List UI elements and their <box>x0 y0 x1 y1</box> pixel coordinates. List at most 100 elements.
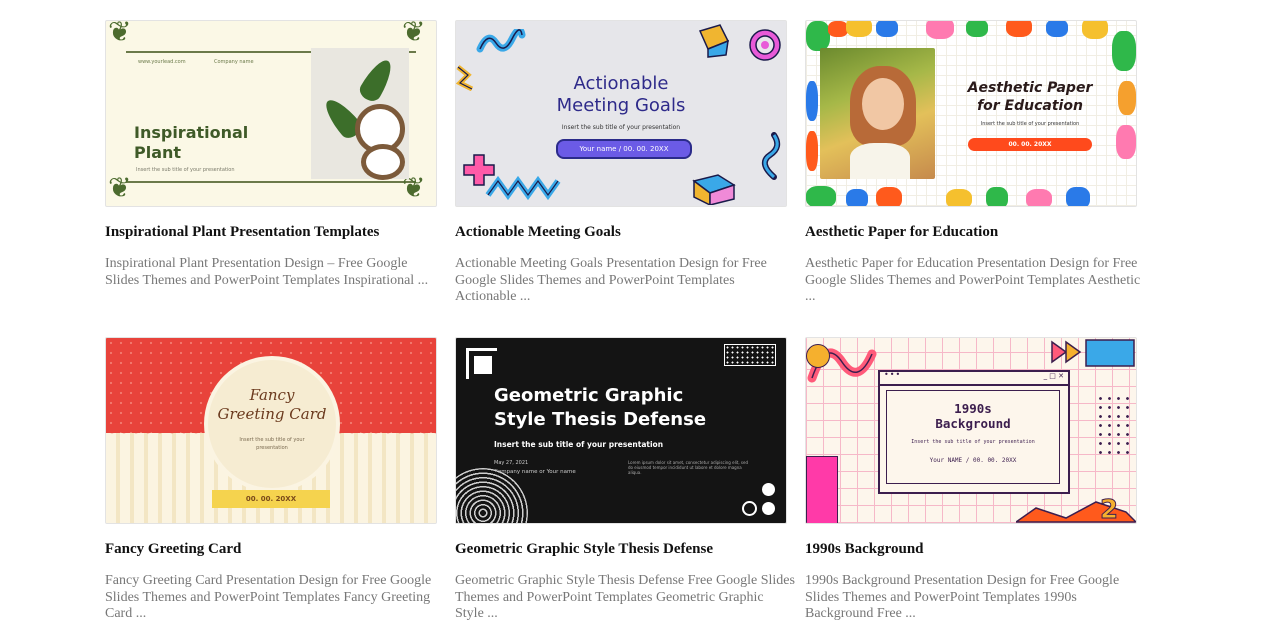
blob-shape <box>846 21 872 37</box>
blob-shape <box>966 21 988 37</box>
spiral-shape <box>749 29 781 61</box>
squiggle-shape <box>761 132 781 180</box>
slide-photo <box>311 48 409 180</box>
blob-shape <box>828 21 848 37</box>
blob-shape <box>876 21 898 37</box>
card-title[interactable]: Inspirational Plant Presentation Templat… <box>105 223 445 241</box>
slide-name-pill: Your name / 00. 00. 20XX <box>556 139 692 159</box>
circle-shape <box>762 483 775 496</box>
template-grid: ❦ ❦ ❦ ❦ www.yourlead.com Company name In… <box>0 0 1280 634</box>
template-card-fancy-greeting-card[interactable]: Fancy Greeting Card Insert the sub title… <box>105 337 437 621</box>
template-thumbnail[interactable]: Geometric Graphic Style Thesis Defense I… <box>455 337 787 524</box>
photo-collar-shape <box>850 143 910 179</box>
slide-body-text: Lorem ipsum dolor sit amet, consectetur … <box>628 460 748 475</box>
slide-url: www.yourlead.com <box>138 59 186 65</box>
slide-heading: Aesthetic Paper for Education <box>946 79 1114 115</box>
blob-shape <box>806 186 836 206</box>
template-thumbnail[interactable]: Fancy Greeting Card Insert the sub title… <box>105 337 437 524</box>
slide-heading-line: Plant <box>134 143 182 162</box>
window-controls-icon: _ □ ✕ <box>1043 372 1064 380</box>
photo-face-shape <box>862 78 904 130</box>
slide-subtitle: Insert the sub title of your presentatio… <box>980 121 1080 127</box>
card-description: 1990s Background Presentation Design for… <box>805 573 1120 621</box>
squiggle-shape <box>476 29 526 53</box>
template-thumbnail[interactable]: Actionable Meeting Goals Insert the sub … <box>455 20 787 207</box>
slide-photo <box>820 48 935 179</box>
slide-date-ribbon: 00. 00. 20XX <box>212 490 330 508</box>
slide-heading: Fancy Greeting Card <box>208 386 336 424</box>
template-thumbnail[interactable]: 2 ••• _ □ ✕ 1990s Background Insert the … <box>805 337 1137 524</box>
blob-shape <box>1006 21 1032 37</box>
card-description: Inspirational Plant Presentation Design … <box>105 256 429 288</box>
slide-subtitle-line: presentation <box>256 445 288 451</box>
leaf-shape <box>356 55 398 105</box>
card-title[interactable]: Geometric Graphic Style Thesis Defense <box>455 540 795 558</box>
slide-name: Your NAME / 00. 00. 20XX <box>929 457 1017 464</box>
template-card-geometric-thesis-defense[interactable]: Geometric Graphic Style Thesis Defense I… <box>455 337 795 621</box>
svg-text:2: 2 <box>1100 495 1118 523</box>
card-title[interactable]: Aesthetic Paper for Education <box>805 223 1145 241</box>
slide-heading-line: Fancy <box>249 386 295 404</box>
blob-shape <box>1066 187 1090 206</box>
slide-heading-line: Actionable <box>573 73 669 94</box>
dotted-box-shape <box>724 344 776 366</box>
card-description: Geometric Graphic Style Thesis Defense F… <box>455 573 795 621</box>
divider <box>126 181 416 183</box>
template-thumbnail[interactable]: Aesthetic Paper for Education Insert the… <box>805 20 1137 207</box>
slide-subtitle-line: Insert the sub title of your <box>239 437 305 443</box>
leaf-icon: ❦ <box>402 20 426 48</box>
leaf-icon: ❦ <box>108 20 132 48</box>
blob-shape <box>1082 21 1108 39</box>
blob-shape <box>946 189 972 206</box>
slide-heading: Actionable Meeting Goals <box>456 73 786 117</box>
slide-subtitle: Insert the sub title of your presentatio… <box>561 124 681 131</box>
blob-shape <box>1116 125 1136 159</box>
cube-shape <box>692 174 736 205</box>
slide-heading-line: Greeting Card <box>217 405 327 423</box>
card-description: Aesthetic Paper for Education Presentati… <box>805 256 1141 304</box>
slide-heading: 1990s Background <box>887 401 1059 431</box>
template-card-inspirational-plant[interactable]: ❦ ❦ ❦ ❦ www.yourlead.com Company name In… <box>105 20 437 288</box>
blob-shape <box>926 21 954 39</box>
slide-date: May 27, 2021 <box>494 460 529 466</box>
retro-window-titlebar: ••• _ □ ✕ <box>880 370 1068 386</box>
window-dots-icon: ••• <box>884 370 902 379</box>
slide-heading-line: Geometric Graphic <box>494 385 684 406</box>
card-title[interactable]: Actionable Meeting Goals <box>455 223 795 241</box>
blob-shape <box>986 187 1008 206</box>
blob-shape <box>1118 81 1136 115</box>
blob-shape <box>1046 21 1068 37</box>
card-description: Fancy Greeting Card Presentation Design … <box>105 573 432 621</box>
corner-square-shape <box>474 356 492 374</box>
dot-grid-shape <box>1096 394 1132 454</box>
card-title[interactable]: Fancy Greeting Card <box>105 540 445 558</box>
rect-shape <box>806 456 838 523</box>
template-thumbnail[interactable]: ❦ ❦ ❦ ❦ www.yourlead.com Company name In… <box>105 20 437 207</box>
ring-shape <box>742 501 757 516</box>
circle-shape <box>806 344 830 368</box>
slide-subtitle: Insert the sub title of your presentatio… <box>911 439 1035 445</box>
scalloped-badge <box>208 360 336 488</box>
slide-heading-line: Background <box>935 416 1011 431</box>
blob-shape <box>806 21 830 51</box>
retro-window-content: 1990s Background Insert the sub title of… <box>886 390 1060 484</box>
cube-shape <box>698 24 730 58</box>
card-description: Actionable Meeting Goals Presentation De… <box>455 256 767 304</box>
blob-shape <box>1112 31 1136 71</box>
template-card-1990s-background[interactable]: 2 ••• _ □ ✕ 1990s Background Insert the … <box>805 337 1137 621</box>
concentric-rings-shape <box>456 468 528 523</box>
slide-company: Company name <box>214 59 254 65</box>
blob-shape <box>806 81 818 121</box>
slide-heading-line: Inspirational <box>134 123 249 142</box>
template-card-actionable-meeting-goals[interactable]: Actionable Meeting Goals Insert the sub … <box>455 20 787 304</box>
circle-shape <box>762 502 775 515</box>
slide-heading-line: 1990s <box>954 401 992 416</box>
slide-heading: Inspirational Plant <box>134 123 248 163</box>
blob-shape <box>1026 189 1052 206</box>
chevron-shape <box>1051 339 1135 367</box>
zigzag-shape <box>485 175 561 201</box>
template-card-aesthetic-paper-education[interactable]: Aesthetic Paper for Education Insert the… <box>805 20 1140 304</box>
leaf-icon: ❦ <box>108 173 132 204</box>
card-title[interactable]: 1990s Background <box>805 540 1145 558</box>
retro-window: ••• _ □ ✕ 1990s Background Insert the su… <box>878 370 1070 494</box>
